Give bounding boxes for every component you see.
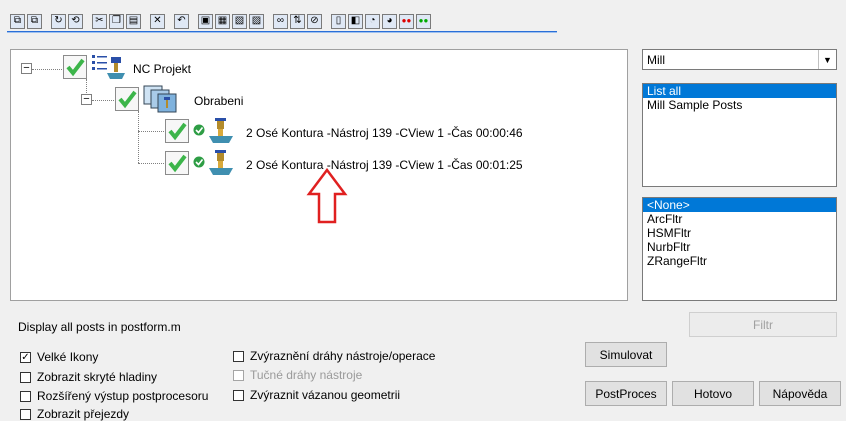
velke-ikony-checkbox[interactable]: ✓ Velké Ikony [20, 350, 98, 364]
operation-2-checkbox[interactable] [165, 151, 189, 175]
velke-ikony-label: Velké Ikony [37, 350, 99, 364]
tucne-drahy-label: Tučné dráhy nástroje [250, 368, 363, 382]
post-output-icon[interactable]: ▨ [249, 13, 264, 29]
checkbox-box[interactable] [20, 371, 31, 383]
up-arrow-annotation-icon [306, 168, 348, 224]
tree-group-label[interactable]: Obrabeni [194, 94, 243, 108]
unlink-icon[interactable]: ⊘ [307, 13, 322, 29]
checkbox-box [233, 369, 244, 381]
green-dots-icon[interactable]: ●● [416, 13, 431, 29]
tucne-drahy-checkbox: Tučné dráhy nástroje [233, 368, 362, 382]
list-item[interactable]: ArcFltr [643, 212, 836, 226]
undo-icon[interactable]: ↶ [174, 13, 189, 29]
list-item[interactable]: NurbFltr [643, 240, 836, 254]
checkbox-box[interactable] [20, 390, 31, 402]
paste-icon[interactable]: ▤ [126, 13, 141, 29]
prejezdy-label: Zobrazit přejezdy [37, 407, 130, 421]
tree-root-label[interactable]: NC Projekt [133, 62, 191, 76]
status-text: Display all posts in postform.m [18, 320, 181, 334]
operation-1-tool-icon [207, 118, 235, 147]
list-item[interactable]: Mill Sample Posts [643, 98, 836, 112]
zvyrazneni-drahy-checkbox[interactable]: Zvýraznění dráhy nástroje/operace [233, 349, 435, 363]
machine-type-value: Mill [647, 53, 665, 67]
skryte-hladiny-checkbox[interactable]: Zobrazit skryté hladiny [20, 370, 157, 384]
postproces-button[interactable]: PostProces [585, 381, 667, 406]
operation-1-checkbox[interactable] [165, 119, 189, 143]
checkmark-icon [168, 154, 187, 173]
nc-project-icon [91, 53, 125, 84]
operation-2-label[interactable]: 2 Osé Kontura -Nástroj 139 -CView 1 -Čas… [246, 158, 523, 172]
filtr-button[interactable]: Filtr [689, 312, 837, 337]
skryte-hladiny-label: Zobrazit skryté hladiny [37, 370, 158, 384]
expand-icon[interactable]: ◔ [365, 13, 380, 29]
rozsireny-vystup-label: Rozšířený výstup postprocesoru [37, 389, 209, 403]
root-collapse-icon[interactable]: − [21, 63, 32, 74]
lock-icon[interactable]: ▣ [198, 13, 213, 29]
machine-type-select[interactable]: Mill ▼ [642, 49, 837, 70]
delete-icon[interactable]: ✕ [150, 13, 165, 29]
list-item[interactable]: HSMFltr [643, 226, 836, 240]
list-item[interactable]: List all [643, 84, 836, 98]
page-icon[interactable]: ▯ [331, 13, 346, 29]
post-flag-icon[interactable]: ▧ [232, 13, 247, 29]
root-checkbox[interactable] [63, 55, 87, 79]
cut-icon[interactable]: ✂ [92, 13, 107, 29]
regenerate-dirty-icon[interactable]: ⟲ [68, 13, 83, 29]
checkbox-box[interactable] [233, 350, 244, 362]
checkmark-icon [118, 90, 137, 109]
rozsireny-vystup-checkbox[interactable]: Rozšířený výstup postprocesoru [20, 389, 208, 403]
prejezdy-checkbox[interactable]: Zobrazit přejezdy [20, 407, 129, 421]
select-all-toolpaths-icon[interactable]: ⧉ [27, 13, 42, 29]
red-dots-icon[interactable]: ●● [399, 13, 414, 29]
checkbox-box[interactable] [233, 389, 244, 401]
operation-2-status-icon [193, 156, 205, 171]
group-checkbox[interactable] [115, 87, 139, 111]
group-collapse-icon[interactable]: − [81, 94, 92, 105]
posts-list[interactable]: List all Mill Sample Posts [642, 83, 837, 187]
operation-1-status-icon [193, 124, 205, 139]
checkmark-icon [168, 122, 187, 141]
toolbar-underline-shadow [7, 32, 557, 33]
collapse-icon[interactable]: ◕ [382, 13, 397, 29]
regenerate-icon[interactable]: ↻ [51, 13, 66, 29]
checkbox-box[interactable]: ✓ [20, 351, 31, 363]
checkbox-box[interactable] [20, 408, 31, 420]
filters-list[interactable]: <None> ArcFltr HSMFltr NurbFltr ZRangeFl… [642, 197, 837, 301]
zvyrazneni-drahy-label: Zvýraznění dráhy nástroje/operace [250, 349, 436, 363]
move-icon[interactable]: ⇅ [290, 13, 305, 29]
toolpath-display-icon[interactable]: ▦ [215, 13, 230, 29]
vazana-geometrie-label: Zvýraznit vázanou geometrii [250, 388, 401, 402]
link-icon[interactable]: ∞ [273, 13, 288, 29]
simulovat-button[interactable]: Simulovat [585, 342, 667, 367]
hotovo-button[interactable]: Hotovo [672, 381, 754, 406]
toolgroup-icon [143, 85, 179, 116]
operation-1-label[interactable]: 2 Osé Kontura -Nástroj 139 -CView 1 -Čas… [246, 126, 523, 140]
list-item[interactable]: <None> [643, 198, 836, 212]
copy-icon[interactable]: ❐ [109, 13, 124, 29]
napoveda-button[interactable]: Nápověda [759, 381, 841, 406]
operation-2-tool-icon [207, 150, 235, 179]
checkmark-icon [66, 58, 85, 77]
vazana-geometrie-checkbox[interactable]: Zvýraznit vázanou geometrii [233, 388, 400, 402]
chevron-down-icon[interactable]: ▼ [818, 50, 836, 69]
select-all-ops-icon[interactable]: ⧉ [10, 13, 25, 29]
display-options-icon[interactable]: ◧ [348, 13, 363, 29]
list-item[interactable]: ZRangeFltr [643, 254, 836, 268]
